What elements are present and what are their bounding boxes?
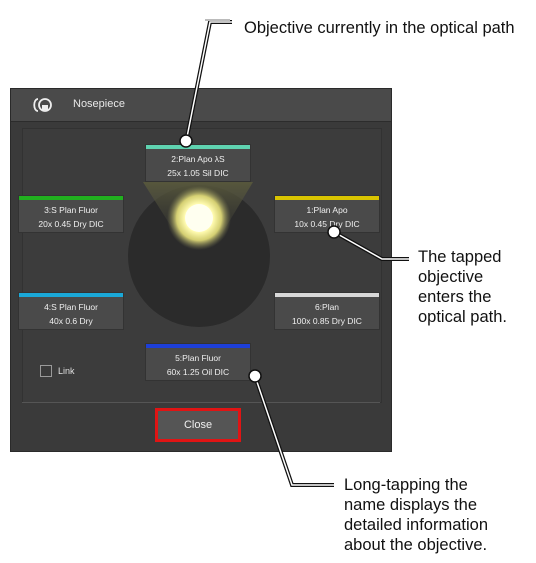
tap-point-icon: [248, 369, 262, 383]
tap-point-icon: [179, 134, 193, 148]
callout-leaders: [179, 19, 409, 487]
tap-point-icon: [327, 225, 341, 239]
